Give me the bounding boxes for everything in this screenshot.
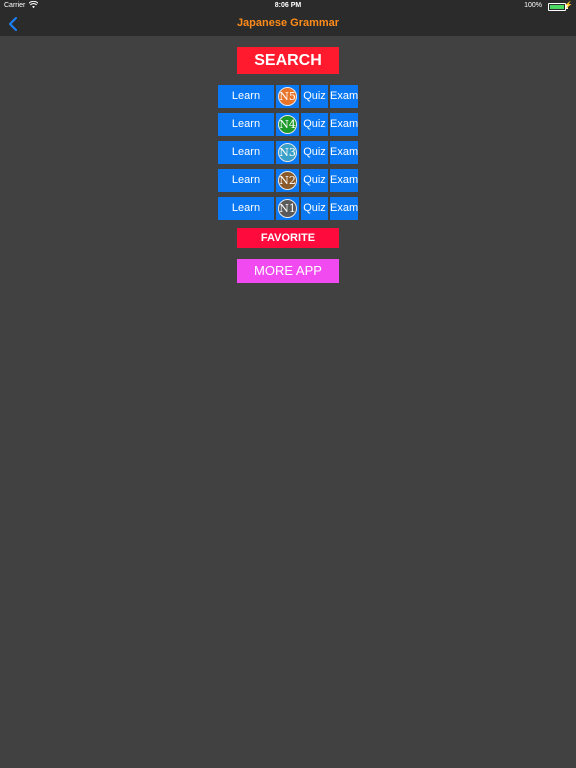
level-row-n5: Learn N5 Quiz Exam xyxy=(218,85,358,108)
n5-level-icon: N5 xyxy=(278,87,297,106)
learn-button[interactable]: Learn xyxy=(218,113,274,136)
page-title: Japanese Grammar xyxy=(236,17,340,29)
n2-level-icon: N2 xyxy=(278,171,297,190)
exam-button[interactable]: Exam xyxy=(330,85,358,108)
level-badge[interactable]: N3 xyxy=(276,141,299,164)
learn-button[interactable]: Learn xyxy=(218,85,274,108)
learn-button[interactable]: Learn xyxy=(218,169,274,192)
n4-level-icon: N4 xyxy=(278,115,297,134)
quiz-button[interactable]: Quiz xyxy=(301,113,328,136)
level-row-n2: Learn N2 Quiz Exam xyxy=(218,169,358,192)
level-row-n3: Learn N3 Quiz Exam xyxy=(218,141,358,164)
learn-button[interactable]: Learn xyxy=(218,141,274,164)
level-badge[interactable]: N1 xyxy=(276,197,299,220)
level-row-n1: Learn N1 Quiz Exam xyxy=(218,197,358,220)
charging-icon: ⚡ xyxy=(564,2,573,9)
n3-level-icon: N3 xyxy=(278,143,297,162)
exam-button[interactable]: Exam xyxy=(330,197,358,220)
learn-button[interactable]: Learn xyxy=(218,197,274,220)
level-badge[interactable]: N5 xyxy=(276,85,299,108)
quiz-button[interactable]: Quiz xyxy=(301,141,328,164)
exam-button[interactable]: Exam xyxy=(330,169,358,192)
level-badge[interactable]: N4 xyxy=(276,113,299,136)
favorite-button[interactable]: FAVORITE xyxy=(237,228,339,248)
n1-level-icon: N1 xyxy=(278,199,297,218)
quiz-button[interactable]: Quiz xyxy=(301,85,328,108)
exam-button[interactable]: Exam xyxy=(330,141,358,164)
navigation-bar: Japanese Grammar xyxy=(0,12,576,36)
level-row-n4: Learn N4 Quiz Exam xyxy=(218,113,358,136)
more-app-button[interactable]: MORE APP xyxy=(237,259,339,283)
exam-button[interactable]: Exam xyxy=(330,113,358,136)
time-label: 8:06 PM xyxy=(274,2,302,9)
quiz-button[interactable]: Quiz xyxy=(301,169,328,192)
level-badge[interactable]: N2 xyxy=(276,169,299,192)
quiz-button[interactable]: Quiz xyxy=(301,197,328,220)
search-button[interactable]: SEARCH xyxy=(237,47,339,74)
status-bar: Carrier 8:06 PM 100% ⚡ xyxy=(0,0,576,12)
battery-percent: 100% xyxy=(524,2,542,9)
